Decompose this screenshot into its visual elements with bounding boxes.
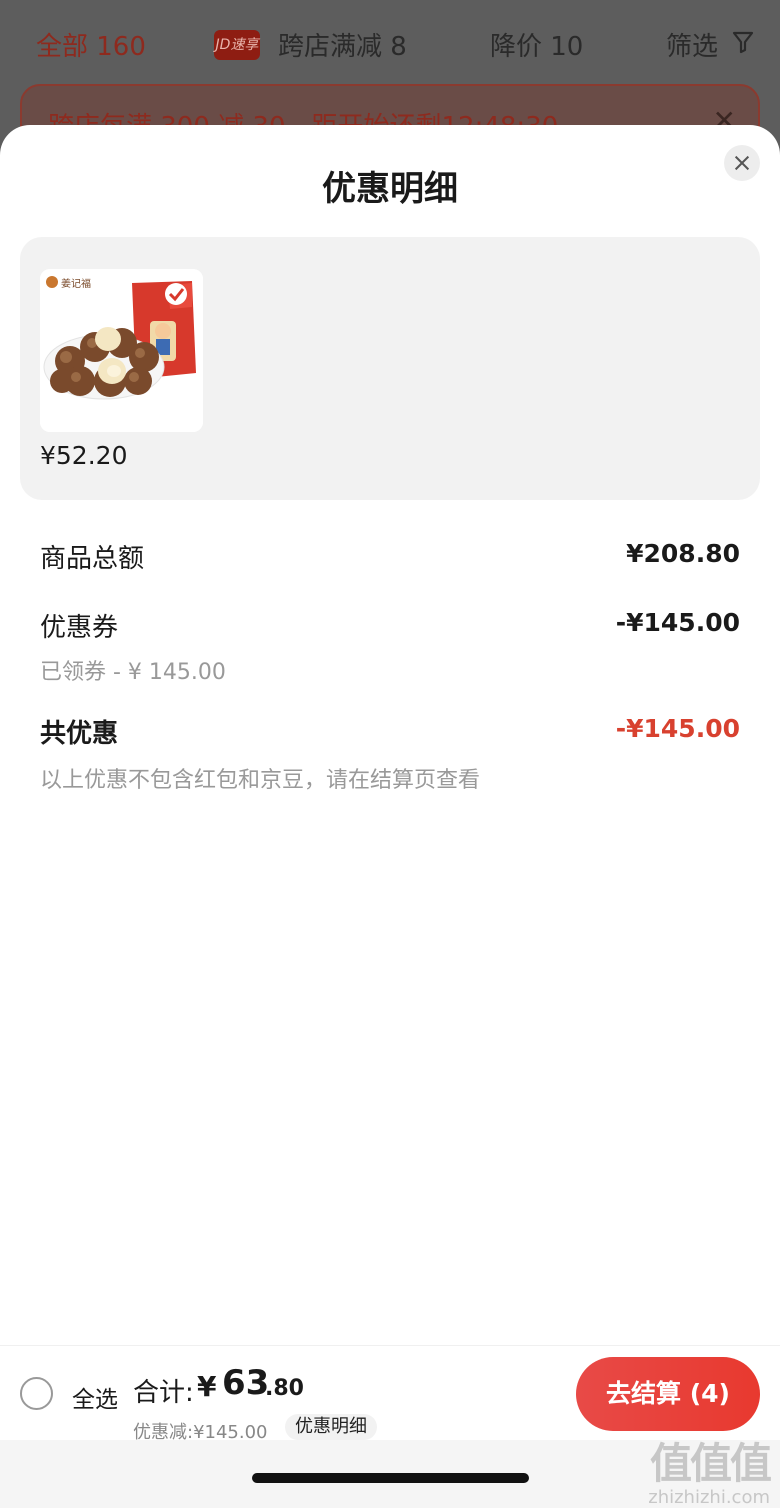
filter-icon (732, 30, 754, 60)
goods-total-value: ¥208.80 (626, 539, 740, 568)
close-button[interactable] (724, 145, 760, 181)
discount-detail-sheet: 优惠明细 姜记福 ¥52.20 商品总额 ¥208.80 优惠券 -¥145.0… (0, 125, 780, 1508)
tab-filter[interactable]: 筛选 (666, 26, 754, 63)
cross-store-badge: JD速享 (214, 29, 260, 60)
product-price: ¥52.20 (40, 441, 128, 470)
watermark: 值值值 zhizhizhi.com (630, 1439, 772, 1508)
select-all-label[interactable]: 全选 (72, 1380, 118, 1414)
goods-total-label: 商品总额 (40, 544, 145, 574)
home-indicator[interactable] (252, 1473, 529, 1483)
select-all-radio[interactable] (20, 1377, 53, 1410)
product-panel: 姜记福 ¥52.20 (20, 237, 760, 500)
product-brand-text: 姜记福 (61, 277, 91, 290)
sheet-title: 优惠明细 (322, 169, 458, 209)
sum-label: 合计: (133, 1378, 194, 1408)
checkout-button[interactable]: 去结算 (4) (576, 1357, 760, 1431)
background-tab-bar: 全部 160 JD速享 跨店满减 8 降价 10 筛选 (0, 0, 780, 86)
total-discount-label: 共优惠 (40, 719, 119, 749)
tab-filter-label: 筛选 (666, 32, 719, 62)
sum-amount-integer: 63 (222, 1363, 270, 1403)
total-discount-value: -¥145.00 (615, 714, 740, 743)
watermark-url: zhizhizhi.com (648, 1487, 770, 1508)
tab-all[interactable]: 全部 160 (36, 26, 146, 63)
tab-cross-store-label: 跨店满减 8 (278, 32, 407, 62)
discount-detail-button[interactable]: 优惠明细 (285, 1414, 377, 1440)
discount-disclaimer: 以上优惠不包含红包和京豆，请在结算页查看 (40, 768, 481, 793)
product-image[interactable]: 姜记福 (40, 269, 203, 432)
sum-amount-decimal: .80 (265, 1376, 304, 1401)
tab-cross-store-discount[interactable]: JD速享 跨店满减 8 (214, 26, 407, 63)
coupon-label: 优惠券 (40, 613, 119, 643)
checkout-bar: 全选 合计: ¥ 63 .80 优惠减:¥145.00 优惠明细 去结算 (4) (0, 1345, 780, 1443)
tab-price-drop[interactable]: 降价 10 (490, 26, 583, 63)
home-indicator-area: 值值值 zhizhizhi.com (0, 1440, 780, 1508)
watermark-glyphs: 值值值 (649, 1439, 772, 1488)
coupon-value: -¥145.00 (615, 608, 740, 637)
sum-currency: ¥ (197, 1370, 217, 1403)
coupon-claimed-note: 已领券 - ¥ 145.00 (40, 660, 226, 685)
